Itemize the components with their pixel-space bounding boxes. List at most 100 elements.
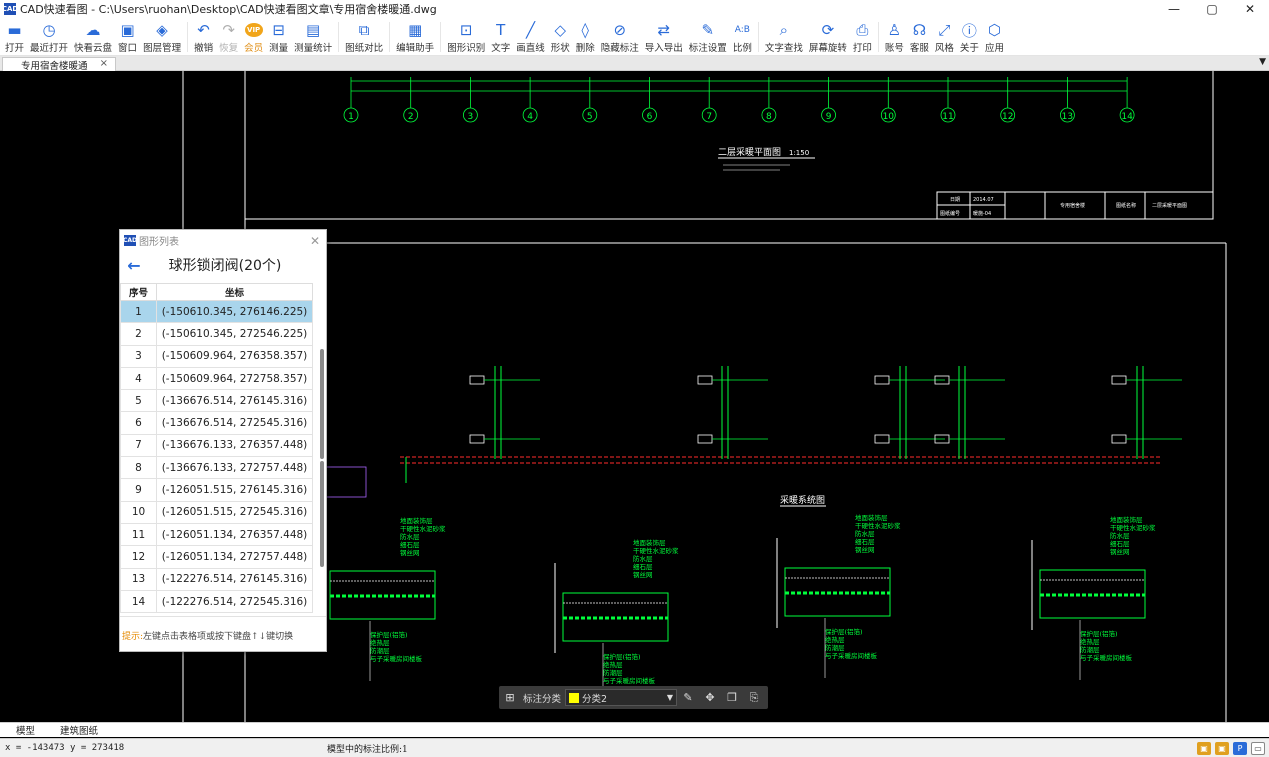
maximize-button[interactable]: ▢ — [1193, 0, 1231, 18]
coord-table-wrap: 序号 坐标 1 (-150610.345, 276146.225) 2 (-15061… — [120, 283, 326, 617]
table-row[interactable]: 11 (-126051.134, 276357.448) — [120, 522, 313, 547]
rotate-screen-button[interactable]: ⟳ 屏幕旋转 — [806, 18, 850, 54]
redo-button[interactable]: ↷ 恢复 — [216, 18, 241, 54]
hide-annotation-button[interactable]: ⊘ 隐藏标注 — [598, 18, 642, 54]
shape-recognition-button[interactable]: ⊡ 图形识别 — [444, 18, 488, 54]
table-row[interactable]: 9 (-126051.515, 276145.316) — [120, 478, 313, 502]
edit-assistant-button[interactable]: ▦ 编辑助手 — [393, 18, 437, 54]
panel-title: 球形锁闭阀(20个) — [168, 258, 282, 274]
support-button[interactable]: ☊ 客服 — [907, 18, 932, 54]
line-button[interactable]: ╱ 画直线 — [513, 18, 548, 54]
detail-legend-label: 细石层 — [633, 562, 653, 571]
detail-bottom-label: 与子采暖房间楼板 — [1080, 653, 1133, 662]
close-tab-icon[interactable]: × — [100, 58, 108, 69]
detail-legend-label: 细石层 — [400, 540, 420, 549]
text-button[interactable]: T 文字 — [488, 18, 513, 54]
close-window-button[interactable]: ✕ — [1231, 0, 1269, 18]
grid-menu-icon[interactable]: ⊞ — [499, 691, 521, 704]
cloud-button[interactable]: ☁ 快看云盘 — [71, 18, 115, 54]
floor-details: 地面装饰层干硬性水泥砂浆防水层细石层钢丝网保护层(铝箔)绝热层防潮层与子采暖房间… — [321, 513, 1156, 703]
table-row[interactable]: 1 (-150610.345, 276146.225) — [120, 299, 313, 324]
table-row[interactable]: 6 (-136676.514, 272545.316) — [120, 411, 313, 435]
panel-logo-icon: CAD — [122, 235, 138, 246]
radiator-symbol — [1111, 434, 1127, 444]
row-index: 3 — [120, 344, 157, 368]
scrollbar-thumb[interactable] — [320, 349, 324, 459]
table-row[interactable]: 5 (-136676.514, 276145.316) — [120, 389, 313, 413]
undo-icon: ↶ — [197, 21, 210, 39]
drawing-canvas[interactable]: 日期 2014.07 图纸编号 暖施-04 专用宿舍楼 图纸名称 二层采暖平面图… — [0, 71, 1269, 722]
table-row[interactable]: 8 (-136676.133, 272757.448) — [120, 456, 313, 480]
table-row[interactable]: 7 (-136676.133, 276357.448) — [120, 433, 313, 458]
text-icon: T — [496, 21, 506, 39]
text-search-button[interactable]: ⌕ 文字查找 — [762, 18, 806, 54]
grid-number: 6 — [647, 112, 653, 122]
line-icon: ╱ — [525, 21, 535, 39]
copy-icon[interactable]: ❐ — [721, 691, 743, 704]
undo-button[interactable]: ↶ 撤销 — [191, 18, 216, 54]
detail-legend-label: 细石层 — [855, 537, 875, 546]
doc-tab-active[interactable]: 专用宿舍楼暖通 × — [2, 57, 116, 72]
annotation-category-select[interactable]: 分类2 ▼ — [565, 689, 678, 706]
cursor-coordinates: x = -143473 y = 273418 — [5, 743, 125, 753]
layer-status-icon[interactable]: ▣ — [1215, 741, 1229, 755]
recent-button[interactable]: ◷ 最近打开 — [27, 18, 71, 54]
back-arrow-icon[interactable]: ← — [120, 256, 148, 275]
paste-icon[interactable]: ⎘ — [743, 691, 765, 705]
table-row[interactable]: 4 (-150609.964, 272758.357) — [120, 366, 313, 391]
about-button[interactable]: ⓘ 关于 — [957, 18, 982, 55]
shape-list-panel: CAD 图形列表 ✕ ← 球形锁闭阀(20个) 序号 坐标 1 (-150610.… — [119, 229, 327, 652]
fullscreen-icon[interactable]: ▭ — [1251, 741, 1265, 755]
scrollbar-thumb-lower[interactable] — [320, 461, 324, 567]
table-row[interactable]: 3 (-150609.964, 276358.357) — [120, 344, 313, 368]
shape-button[interactable]: ◇ 形状 — [548, 18, 573, 54]
import-export-button[interactable]: ⇄ 导入导出 — [642, 18, 686, 54]
window-button[interactable]: ▣ 窗口 — [115, 18, 140, 54]
row-index: 10 — [120, 500, 157, 524]
table-row[interactable]: 2 (-150610.345, 272546.225) — [120, 322, 313, 346]
tab-model[interactable]: 模型 — [10, 723, 42, 737]
print-button[interactable]: ⎙ 打印 — [850, 18, 875, 54]
compare-button[interactable]: ⧉ 图纸对比 — [342, 18, 386, 54]
tab-menu-arrow-icon[interactable]: ▼ — [1259, 57, 1266, 67]
delete-button[interactable]: ◊ 删除 — [573, 18, 598, 54]
minimize-button[interactable]: — — [1155, 0, 1193, 18]
open-button[interactable]: ▬ 打开 — [2, 18, 27, 54]
shape-icon: ◇ — [554, 21, 567, 39]
layers-button[interactable]: ◈ 图层管理 — [140, 18, 184, 54]
row-index: 4 — [120, 366, 157, 391]
table-row[interactable]: 14 (-122276.514, 272545.316) — [120, 589, 313, 614]
user-icon: ♙ — [887, 21, 902, 39]
window-icon: ▣ — [120, 21, 135, 39]
account-button[interactable]: ♙ 账号 — [882, 18, 907, 54]
detail-bottom-label: 与子采暖房间楼板 — [825, 651, 878, 660]
radiator-symbol — [874, 434, 890, 444]
category-color-swatch — [569, 692, 580, 703]
measure-stats-button[interactable]: ▤ 测量统计 — [291, 18, 335, 54]
row-coordinate: (-136676.514, 272545.316) — [156, 411, 313, 435]
table-row[interactable]: 12 (-126051.134, 272757.448) — [120, 545, 313, 569]
annotation-settings-button[interactable]: ✎ 标注设置 — [686, 18, 730, 54]
tb-drawno-label: 图纸编号 — [940, 210, 960, 217]
style-button[interactable]: ⤢ 风格 — [932, 18, 957, 54]
close-icon[interactable]: ✕ — [310, 234, 320, 248]
vip-button[interactable]: VIP 会员 — [241, 18, 266, 54]
pdf-icon[interactable]: P — [1233, 741, 1247, 755]
headset-icon: ☊ — [912, 21, 927, 39]
move-icon[interactable]: ✥ — [699, 691, 721, 704]
table-row[interactable]: 13 (-122276.514, 276145.316) — [120, 567, 313, 591]
scale-button[interactable]: A:B 比例 — [730, 18, 755, 54]
measure-button[interactable]: ⊟ 测量 — [266, 18, 291, 54]
apps-button[interactable]: ⬡ 应用 — [982, 18, 1007, 54]
detail-bottom-label: 与子采暖房间楼板 — [603, 676, 656, 685]
snap-icon[interactable]: ▣ — [1197, 741, 1211, 755]
tb-date-label: 日期 — [950, 197, 960, 203]
tab-architecture[interactable]: 建筑图纸 — [54, 723, 104, 737]
edit-icon[interactable]: ✎ — [677, 691, 699, 704]
row-index: 11 — [120, 522, 157, 547]
app-logo-icon: CAD — [1, 3, 19, 15]
ruler-icon: ⊟ — [272, 21, 285, 39]
detail-legend-label: 地面装饰层 — [855, 513, 888, 522]
table-row[interactable]: 10 (-126051.515, 272545.316) — [120, 500, 313, 524]
grid-number: 14 — [1121, 112, 1133, 122]
